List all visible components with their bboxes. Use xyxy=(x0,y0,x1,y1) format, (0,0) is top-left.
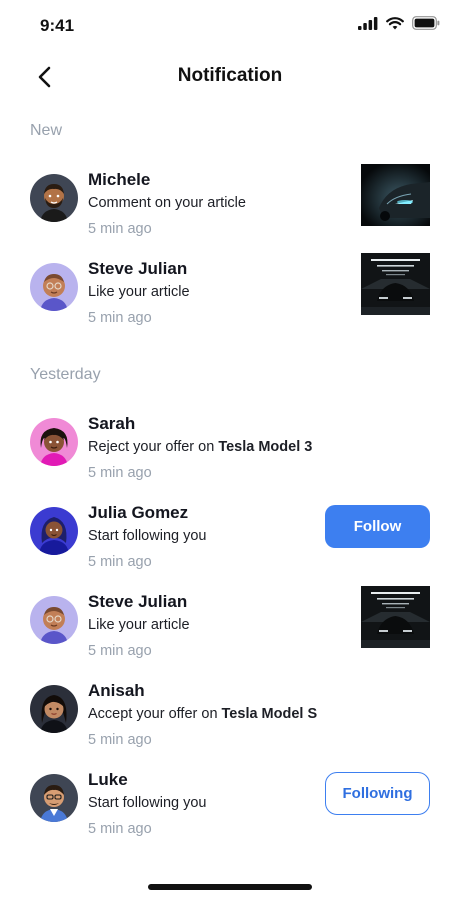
notification-message: Start following you xyxy=(88,795,207,811)
status-time: 9:41 xyxy=(40,16,75,35)
notification-name: Steve Julian xyxy=(88,592,188,611)
notification-item[interactable]: Michele Comment on your article 5 min ag… xyxy=(30,164,430,250)
avatar xyxy=(30,596,78,644)
notification-message: Comment on your article xyxy=(88,195,246,211)
notification-time: 5 min ago xyxy=(88,310,152,326)
avatar xyxy=(30,418,78,466)
notification-item[interactable]: Sarah Reject your offer on Tesla Model 3… xyxy=(30,414,430,494)
section-label-yesterday: Yesterday xyxy=(30,366,101,383)
notification-name: Luke xyxy=(88,770,128,789)
notification-item[interactable]: Anisah Accept your offer on Tesla Model … xyxy=(30,681,430,761)
notification-time: 5 min ago xyxy=(88,821,152,837)
notification-message: Like your article xyxy=(88,617,190,633)
section-label-new: New xyxy=(30,122,63,139)
page-title: Notification xyxy=(177,65,283,86)
notification-name: Steve Julian xyxy=(88,259,188,278)
signal-icon xyxy=(358,16,378,30)
follow-button[interactable]: Follow xyxy=(325,505,430,548)
avatar xyxy=(30,685,78,733)
article-thumbnail[interactable] xyxy=(361,586,430,648)
notification-time: 5 min ago xyxy=(88,643,152,659)
notification-name: Anisah xyxy=(88,681,145,700)
notification-item[interactable]: Julia Gomez Start following you 5 min ag… xyxy=(30,503,430,583)
status-icons xyxy=(358,16,440,30)
notification-time: 5 min ago xyxy=(88,465,152,481)
message-text: Accept your offer on xyxy=(88,706,222,722)
avatar xyxy=(30,507,78,555)
status-bar: 9:41 xyxy=(0,0,460,52)
notification-message: Start following you xyxy=(88,528,207,544)
notification-message: Like your article xyxy=(88,284,190,300)
car-model-link[interactable]: Tesla Model S xyxy=(222,706,318,722)
avatar xyxy=(30,174,78,222)
notification-name: Sarah xyxy=(88,414,136,433)
message-text: Reject your offer on xyxy=(88,439,219,455)
battery-icon xyxy=(412,16,440,30)
notification-time: 5 min ago xyxy=(88,732,152,748)
notification-item[interactable]: Steve Julian Like your article 5 min ago xyxy=(30,253,430,339)
avatar xyxy=(30,263,78,311)
notification-name: Michele xyxy=(88,170,151,189)
article-thumbnail[interactable] xyxy=(361,164,430,226)
notification-message: Reject your offer on Tesla Model 3 xyxy=(88,439,312,455)
following-button[interactable]: Following xyxy=(325,772,430,815)
avatar xyxy=(30,774,78,822)
notification-time: 5 min ago xyxy=(88,221,152,237)
notification-time: 5 min ago xyxy=(88,554,152,570)
notification-name: Julia Gomez xyxy=(88,503,189,522)
article-thumbnail[interactable] xyxy=(361,253,430,315)
header: Notification xyxy=(0,58,460,98)
notification-item[interactable]: Steve Julian Like your article 5 min ago xyxy=(30,586,430,672)
wifi-icon xyxy=(386,16,404,29)
car-model-link[interactable]: Tesla Model 3 xyxy=(218,439,312,455)
home-indicator xyxy=(148,884,312,890)
notification-item[interactable]: Luke Start following you 5 min ago Follo… xyxy=(30,770,430,850)
notification-message: Accept your offer on Tesla Model S xyxy=(88,706,317,722)
